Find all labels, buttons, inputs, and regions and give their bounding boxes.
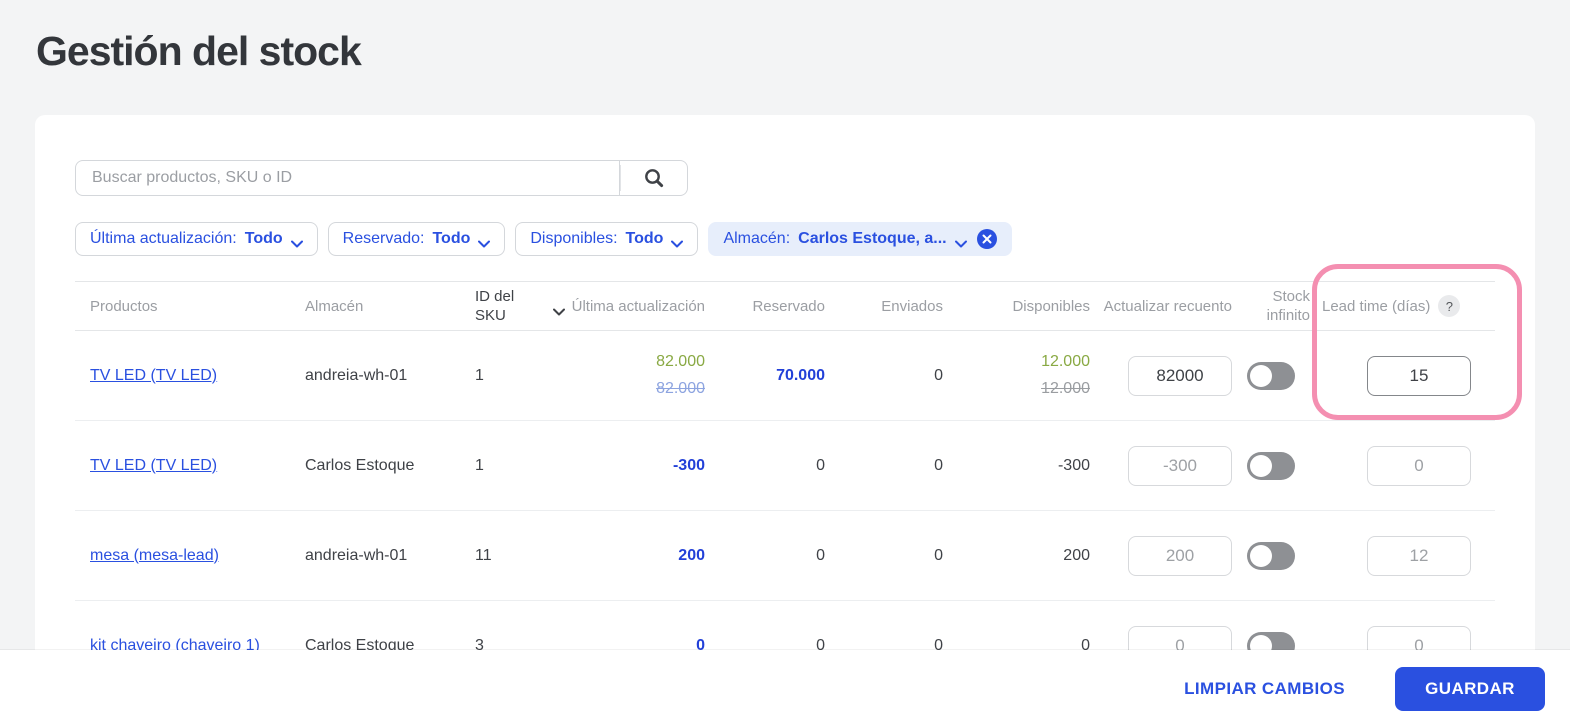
sku-cell: 1 bbox=[475, 456, 484, 474]
sku-cell: 11 bbox=[475, 546, 492, 564]
filter-label: Almacén: bbox=[723, 230, 791, 247]
table-row: TV LED (TV LED) andreia-wh-01 1 82.000 82… bbox=[75, 331, 1495, 421]
toggle-knob bbox=[1250, 454, 1272, 477]
new-value: 200 bbox=[1063, 546, 1090, 564]
new-value: 82.000 bbox=[656, 353, 705, 370]
reserved-cell: 70.000 bbox=[776, 366, 825, 384]
header-actualizar-recuento: Actualizar recuento bbox=[1103, 297, 1232, 315]
page-title: Gestión del stock bbox=[36, 28, 362, 74]
filter-value: Carlos Estoque, a... bbox=[798, 230, 947, 247]
sort-chevron-icon bbox=[553, 302, 565, 316]
filter-almacen[interactable]: Almacén: Carlos Estoque, a... bbox=[708, 222, 1012, 256]
filter-label: Reservado: bbox=[342, 230, 425, 247]
chevron-down-icon bbox=[954, 235, 967, 248]
recount-input[interactable] bbox=[1128, 445, 1232, 486]
toggle-knob bbox=[1250, 544, 1272, 567]
filter-label: Última actualización: bbox=[90, 230, 237, 247]
product-link[interactable]: mesa (mesa-lead) bbox=[90, 547, 219, 564]
filter-bar: Última actualización: Todo Reservado: To… bbox=[75, 222, 1495, 256]
table-row: TV LED (TV LED) Carlos Estoque 1 -300 0 … bbox=[75, 421, 1495, 511]
filter-value: Todo bbox=[432, 230, 471, 247]
chevron-down-icon bbox=[290, 235, 303, 248]
table-header: Productos Almacén ID del SKU Última actu… bbox=[75, 282, 1495, 331]
header-id-sku-sort[interactable]: ID del SKU bbox=[475, 287, 565, 325]
filter-value: Todo bbox=[625, 230, 664, 247]
header-stock-infinito: Stock infinito bbox=[1266, 288, 1310, 324]
header-id-sku-label: ID del SKU bbox=[475, 288, 515, 324]
recount-input[interactable] bbox=[1128, 535, 1232, 576]
toggle-knob bbox=[1250, 364, 1272, 387]
filter-label: Disponibles: bbox=[530, 230, 618, 247]
save-button[interactable]: GUARDAR bbox=[1395, 666, 1545, 711]
available-cell: 200 bbox=[1063, 547, 1090, 565]
recount-input[interactable] bbox=[1128, 355, 1232, 396]
available-cell: 12.000 12.000 bbox=[1041, 353, 1090, 398]
footer-action-bar: LIMPIAR CAMBIOS GUARDAR bbox=[0, 650, 1570, 727]
product-link[interactable]: TV LED (TV LED) bbox=[90, 367, 217, 384]
sku-cell: 1 bbox=[475, 366, 484, 384]
chevron-down-icon bbox=[478, 235, 491, 248]
clear-changes-button[interactable]: LIMPIAR CAMBIOS bbox=[1184, 679, 1345, 699]
stock-card: Última actualización: Todo Reservado: To… bbox=[35, 115, 1535, 715]
infinite-stock-toggle[interactable] bbox=[1247, 451, 1295, 480]
shipped-cell: 0 bbox=[934, 546, 943, 564]
filter-value: Todo bbox=[244, 230, 283, 247]
search-icon bbox=[642, 166, 666, 190]
help-icon[interactable]: ? bbox=[1438, 295, 1461, 317]
table-row: mesa (mesa-lead) andreia-wh-01 11 200 0 … bbox=[75, 511, 1495, 601]
filter-reservado[interactable]: Reservado: Todo bbox=[327, 222, 506, 256]
old-value: 82.000 bbox=[656, 380, 705, 397]
chevron-down-icon bbox=[671, 235, 684, 248]
new-value: 12.000 bbox=[1041, 353, 1090, 370]
warehouse-cell: andreia-wh-01 bbox=[305, 366, 408, 384]
reserved-cell: 0 bbox=[816, 546, 825, 564]
stock-management-page: Gestión del stock Última actualización: … bbox=[0, 0, 1570, 727]
leadtime-input[interactable] bbox=[1367, 445, 1471, 486]
search-button[interactable] bbox=[620, 160, 688, 196]
header-disponibles: Disponibles bbox=[1012, 297, 1090, 315]
last-update-cell: 200 bbox=[678, 547, 705, 565]
shipped-cell: 0 bbox=[934, 366, 943, 384]
leadtime-input[interactable] bbox=[1367, 355, 1471, 396]
filter-ultima-actualizacion[interactable]: Última actualización: Todo bbox=[75, 222, 318, 256]
search-bar bbox=[75, 160, 688, 196]
header-productos: Productos bbox=[90, 297, 158, 315]
remove-filter-button[interactable] bbox=[976, 229, 997, 249]
product-link[interactable]: TV LED (TV LED) bbox=[90, 457, 217, 474]
warehouse-cell: andreia-wh-01 bbox=[305, 546, 408, 564]
infinite-stock-toggle[interactable] bbox=[1247, 541, 1295, 570]
new-value: -300 bbox=[1057, 456, 1090, 474]
last-update-cell: 82.000 82.000 bbox=[656, 353, 705, 398]
header-ultima-actualizacion: Última actualización bbox=[571, 297, 705, 315]
old-value: 12.000 bbox=[1041, 380, 1090, 397]
infinite-stock-toggle[interactable] bbox=[1247, 361, 1295, 390]
leadtime-input[interactable] bbox=[1367, 535, 1471, 576]
reserved-cell: 0 bbox=[816, 456, 825, 474]
warehouse-cell: Carlos Estoque bbox=[305, 456, 415, 474]
stock-table: Productos Almacén ID del SKU Última actu… bbox=[75, 281, 1495, 691]
header-almacen: Almacén bbox=[305, 297, 364, 315]
header-lead-time: Lead time (días) bbox=[1322, 297, 1431, 315]
new-value: 200 bbox=[678, 546, 705, 564]
header-reservado: Reservado bbox=[752, 297, 825, 315]
header-enviados: Enviados bbox=[881, 297, 943, 315]
available-cell: -300 bbox=[1058, 457, 1090, 475]
filter-disponibles[interactable]: Disponibles: Todo bbox=[515, 222, 699, 256]
new-value: -300 bbox=[672, 456, 705, 474]
shipped-cell: 0 bbox=[934, 456, 943, 474]
last-update-cell: -300 bbox=[673, 457, 705, 475]
close-icon bbox=[982, 234, 992, 244]
search-input[interactable] bbox=[75, 160, 620, 196]
